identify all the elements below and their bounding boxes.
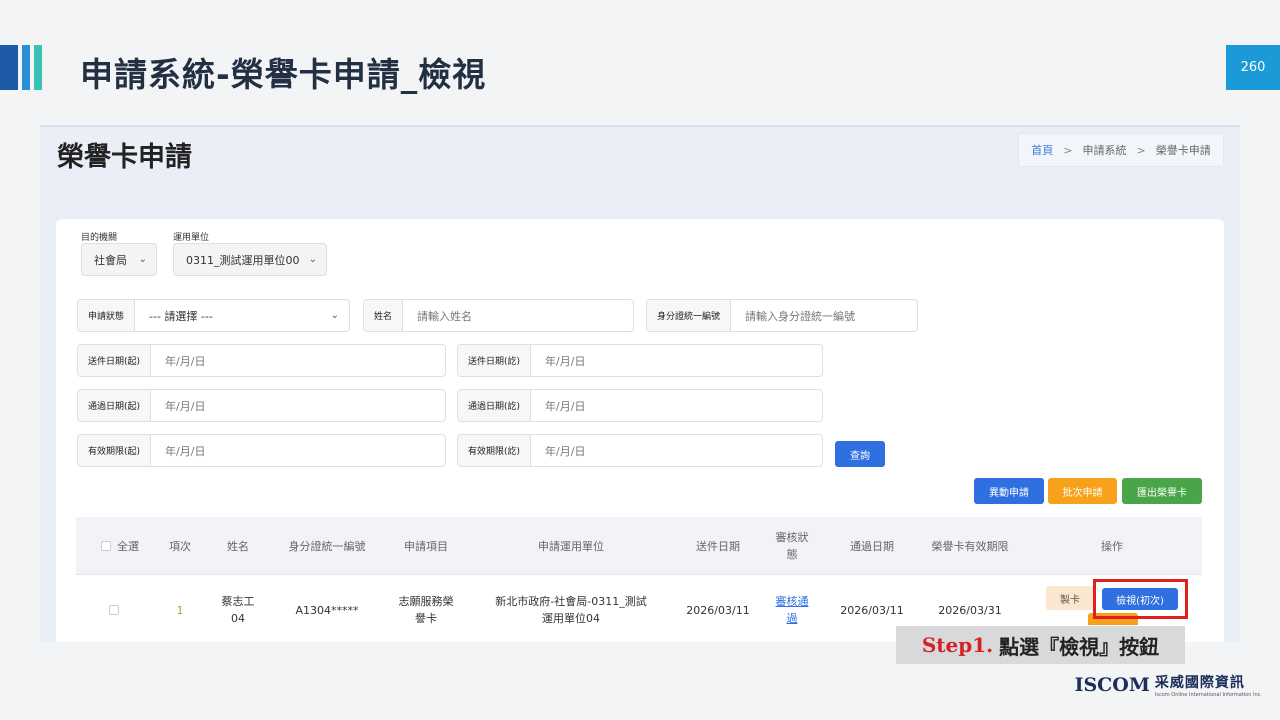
breadcrumb-separator: > xyxy=(1063,143,1073,157)
pass-date-end-input[interactable]: 年/月/日 xyxy=(531,398,822,414)
unit-select-value: 0311_測試運用單位00 xyxy=(186,253,300,267)
col-actions: 操作 xyxy=(1101,539,1123,553)
col-item: 申請項目 xyxy=(404,539,448,553)
row-item: 志願服務榮譽卡 xyxy=(398,595,454,625)
breadcrumb-apply-system[interactable]: 申請系統 xyxy=(1083,142,1127,158)
agency-label: 目的機關 xyxy=(81,233,118,243)
col-pass-date: 通過日期 xyxy=(850,539,894,553)
send-date-start-label: 送件日期(起) xyxy=(78,345,152,376)
export-card-button[interactable]: 匯出榮譽卡 xyxy=(1122,478,1202,504)
row-status[interactable]: 審核通過 xyxy=(774,575,810,642)
pass-date-end-field[interactable]: 通過日期(訖) 年/月/日 xyxy=(457,389,823,422)
app-screen: 榮譽卡申請 首頁 > 申請系統 > 榮譽卡申請 目的機關 社會局 ⌄ 運用單位 … xyxy=(40,125,1240,642)
breadcrumb-home[interactable]: 首頁 xyxy=(1031,142,1053,158)
status-select[interactable]: 申請狀態 --- 請選擇 --- ⌄ xyxy=(77,299,350,332)
send-date-start-input[interactable]: 年/月/日 xyxy=(151,353,445,369)
valid-start-input[interactable]: 年/月/日 xyxy=(151,443,445,459)
status-label: 申請狀態 xyxy=(78,300,136,331)
row-unit: 新北市政府-社會局-0311_測試運用單位04 xyxy=(495,595,647,625)
row-name: 蔡志工04 xyxy=(221,595,255,625)
step-caption: Step1. 點選『檢視』按鈕 xyxy=(896,626,1185,664)
agency-select-value: 社會局 xyxy=(94,253,127,267)
select-all-checkbox[interactable] xyxy=(101,541,111,551)
logo-name-en: Iscom Online International Information I… xyxy=(1154,692,1262,698)
col-name: 姓名 xyxy=(227,539,249,553)
name-input[interactable]: 請輸入姓名 xyxy=(403,308,633,324)
slide-title: 申請系統-榮譽卡申請_檢視 xyxy=(80,55,487,94)
valid-end-label: 有效期限(訖) xyxy=(458,435,532,466)
id-field[interactable]: 身分證統一編號 請輸入身分證統一編號 xyxy=(646,299,918,332)
company-logo: ISCOM 采威國際資訊 Iscom Online International … xyxy=(1075,672,1262,698)
col-id-number: 身分證統一編號 xyxy=(288,539,366,553)
valid-start-field[interactable]: 有效期限(起) 年/月/日 xyxy=(77,434,446,467)
unit-select[interactable]: 0311_測試運用單位00 ⌄ xyxy=(173,243,327,276)
send-date-start-field[interactable]: 送件日期(起) 年/月/日 xyxy=(77,344,446,377)
agency-select[interactable]: 社會局 ⌄ xyxy=(81,243,157,276)
valid-end-input[interactable]: 年/月/日 xyxy=(531,443,822,459)
chevron-down-icon: ⌄ xyxy=(308,254,317,265)
pass-date-start-label: 通過日期(起) xyxy=(78,390,152,421)
breadcrumb-current: 榮譽卡申請 xyxy=(1155,144,1211,157)
id-input[interactable]: 請輸入身分證統一編號 xyxy=(731,308,917,324)
row-id-number: A1304***** xyxy=(295,603,359,617)
row-send-date: 2026/03/11 xyxy=(686,603,750,617)
page-number: 260 xyxy=(1226,45,1280,90)
slide-accent-bars xyxy=(0,45,42,90)
col-unit: 申請運用單位 xyxy=(538,539,604,553)
valid-start-label: 有效期限(起) xyxy=(78,435,152,466)
highlight-box xyxy=(1093,579,1188,619)
page-title: 榮譽卡申請 xyxy=(57,142,192,173)
logo-brand: ISCOM xyxy=(1074,674,1150,696)
breadcrumb-separator: > xyxy=(1136,143,1146,157)
row-checkbox-cell[interactable] xyxy=(106,575,122,642)
query-button[interactable]: 查詢 xyxy=(835,441,885,467)
col-index: 項次 xyxy=(169,539,191,553)
row-checkbox[interactable] xyxy=(109,605,119,615)
status-value: --- 請選擇 --- xyxy=(149,309,213,323)
col-status: 審核狀態 xyxy=(775,531,809,561)
valid-end-field[interactable]: 有效期限(訖) 年/月/日 xyxy=(457,434,823,467)
chevron-down-icon: ⌄ xyxy=(138,254,147,265)
step-number: Step1. xyxy=(921,633,994,657)
breadcrumb: 首頁 > 申請系統 > 榮譽卡申請 xyxy=(1018,133,1224,167)
pass-date-end-label: 通過日期(訖) xyxy=(458,390,532,421)
chevron-down-icon: ⌄ xyxy=(330,310,339,321)
select-all[interactable]: 全選 xyxy=(90,517,150,575)
row-index: 1 xyxy=(176,603,184,617)
make-card-button[interactable]: 製卡 xyxy=(1046,586,1094,610)
send-date-end-input[interactable]: 年/月/日 xyxy=(531,353,822,369)
row-status-link[interactable]: 審核通過 xyxy=(774,593,810,627)
search-card: 目的機關 社會局 ⌄ 運用單位 0311_測試運用單位00 ⌄ 申請狀態 ---… xyxy=(56,219,1224,642)
unit-label: 運用單位 xyxy=(173,233,210,243)
name-label: 姓名 xyxy=(364,300,404,331)
send-date-end-field[interactable]: 送件日期(訖) 年/月/日 xyxy=(457,344,823,377)
step-text: 點選『檢視』按鈕 xyxy=(999,634,1160,659)
change-apply-button[interactable]: 異動申請 xyxy=(974,478,1044,504)
id-label: 身分證統一編號 xyxy=(647,300,732,331)
pass-date-start-input[interactable]: 年/月/日 xyxy=(151,398,445,414)
pass-date-start-field[interactable]: 通過日期(起) 年/月/日 xyxy=(77,389,446,422)
col-valid-until: 榮譽卡有效期限 xyxy=(931,539,1009,553)
send-date-end-label: 送件日期(訖) xyxy=(458,345,532,376)
col-send-date: 送件日期 xyxy=(696,539,740,553)
table-header: 全選 項次 姓名 身分證統一編號 申請項目 申請運用單位 送件日期 審核狀態 通… xyxy=(76,517,1202,575)
name-field[interactable]: 姓名 請輸入姓名 xyxy=(363,299,634,332)
logo-name-cn: 采威國際資訊 xyxy=(1154,675,1245,691)
batch-apply-button[interactable]: 批次申請 xyxy=(1048,478,1117,504)
select-all-label: 全選 xyxy=(117,539,139,553)
